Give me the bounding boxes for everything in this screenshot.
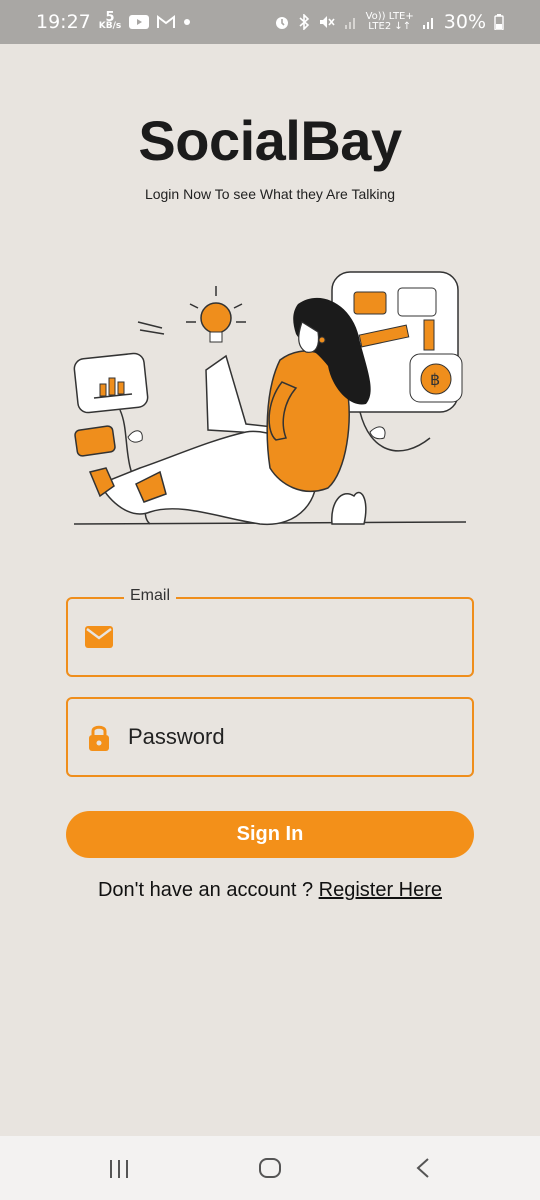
- back-icon[interactable]: [408, 1154, 438, 1182]
- mail-icon: [84, 625, 114, 651]
- signin-button[interactable]: Sign In: [66, 811, 474, 858]
- register-line: Don't have an account ? Register Here: [0, 879, 540, 902]
- dot-icon: [183, 18, 191, 26]
- chart-card-icon: [73, 352, 149, 414]
- youtube-icon: [129, 15, 150, 29]
- battery-icon: [494, 14, 504, 30]
- bluetooth-icon: [298, 14, 310, 30]
- status-bar-left: 19:27 5 KB/s: [36, 11, 191, 33]
- signal-icon: [422, 15, 436, 29]
- lock-icon: [88, 723, 118, 751]
- gmail-icon: [157, 15, 176, 29]
- register-link[interactable]: Register Here: [319, 879, 442, 901]
- app-subtitle: Login Now To see What they Are Talking: [144, 186, 396, 202]
- password-input[interactable]: [128, 717, 458, 757]
- email-input[interactable]: [128, 617, 458, 657]
- home-icon[interactable]: [255, 1154, 285, 1182]
- app-title: SocialBay: [138, 109, 402, 172]
- battery-percent: 30%: [443, 11, 486, 33]
- lte-bottom: LTE2 ↓↑: [368, 21, 412, 32]
- recents-icon[interactable]: [105, 1154, 135, 1182]
- register-prompt: Don't have an account ?: [97, 879, 319, 901]
- lte-indicator: Vo)) LTE+ LTE2 ↓↑: [366, 12, 414, 32]
- alarm-icon: [274, 14, 290, 30]
- signal-icon: [344, 15, 358, 29]
- status-bar-right: Vo)) LTE+ LTE2 ↓↑ 30%: [274, 11, 504, 33]
- network-speed: 5 KB/s: [98, 11, 122, 31]
- lightbulb-icon: [186, 286, 246, 343]
- network-speed-unit: KB/s: [98, 21, 122, 31]
- hero-illustration: ฿: [73, 271, 467, 526]
- status-bar: 19:27 5 KB/s Vo)) LTE+ LTE2 ↓↑ 30%: [0, 0, 540, 44]
- email-label: Email: [124, 587, 177, 605]
- navigation-bar: [0, 1136, 540, 1200]
- woman-figure: [88, 297, 371, 526]
- status-time: 19:27: [36, 11, 91, 33]
- password-field[interactable]: [66, 697, 474, 777]
- mute-icon: [318, 14, 336, 30]
- svg-text:฿: ฿: [430, 370, 440, 389]
- email-field[interactable]: Email: [66, 587, 474, 677]
